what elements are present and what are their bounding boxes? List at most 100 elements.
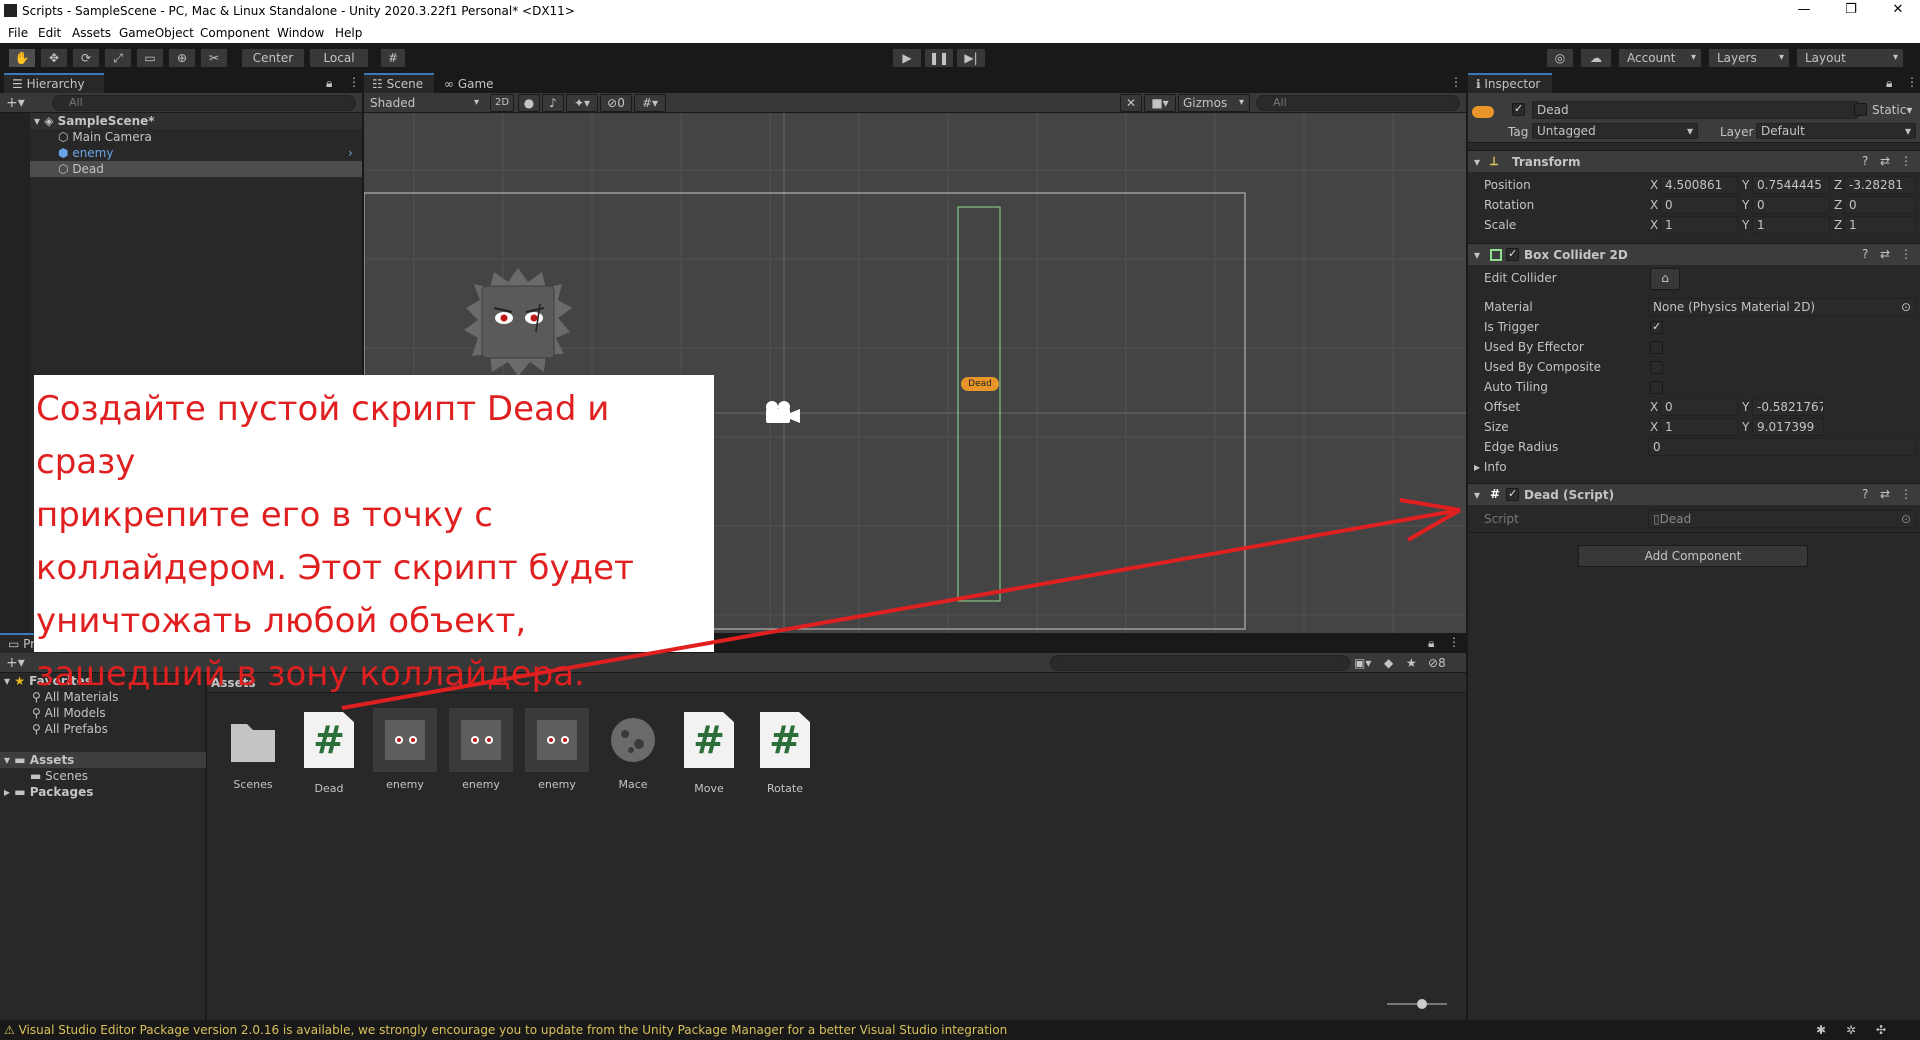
effects-icon[interactable]: ✦▾ [566,94,598,112]
info-foldout[interactable]: ▸ Info [1474,460,1507,474]
layer-dropdown[interactable]: Default ▾ [1756,123,1916,139]
rotate-tool-icon[interactable]: ⟳ [72,48,100,68]
object-name-field[interactable]: Dead [1532,101,1858,119]
active-checkbox[interactable] [1512,102,1525,116]
mode-2d-toggle[interactable]: 2D [490,94,514,112]
transform-header[interactable]: ▾ ⟂ Transform ? ⇄ ⋮ [1468,150,1920,172]
cloud-icon[interactable]: ☁ [1580,48,1612,68]
move-tool-icon[interactable]: ✥ [40,48,68,68]
used-by-composite-checkbox[interactable] [1650,361,1663,374]
gizmos-dropdown[interactable]: Gizmos [1178,94,1250,112]
scale-y-field[interactable]: 1 [1752,216,1830,234]
edge-radius-field[interactable]: 0 [1648,438,1916,456]
box-collider-enabled-checkbox[interactable] [1506,247,1519,261]
presets-icon[interactable]: ⇄ [1880,154,1890,168]
asset-item[interactable]: Mace [595,708,671,791]
asset-item[interactable]: Scenes [215,708,291,791]
more-icon[interactable]: ⋮ [1906,75,1918,89]
asset-item[interactable]: # Rotate [747,708,823,795]
minimize-icon[interactable]: — [1790,2,1818,17]
object-picker-icon[interactable]: ⊙ [1901,299,1911,315]
pivot-center-button[interactable]: Center [241,48,305,68]
rotation-x-field[interactable]: 0 [1660,196,1738,214]
auto-tiling-checkbox[interactable] [1650,381,1663,394]
more-icon[interactable]: ⋮ [1900,247,1912,261]
hand-tool-icon[interactable]: ✋ [8,48,36,68]
rotation-y-field[interactable]: 0 [1752,196,1830,214]
bake-icon[interactable]: ✲ [1846,1020,1856,1040]
dead-object-label[interactable]: Dead [961,377,999,391]
static-checkbox[interactable] [1854,103,1867,116]
edit-collider-button[interactable]: ⌂ [1650,268,1680,290]
asset-item[interactable]: enemy [443,708,519,791]
add-component-button[interactable]: Add Component [1578,545,1808,567]
auto-generate-lighting-icon[interactable]: ✣ [1876,1020,1886,1040]
play-button[interactable]: ▶ [892,48,922,68]
tools-icon[interactable]: ✕ [1120,94,1142,112]
hidden-packages-toggle[interactable]: ⊘8 [1428,656,1446,670]
menu-gameobject[interactable]: GameObject [119,26,194,40]
tab-game[interactable]: ∞ Game [436,73,502,93]
hierarchy-item-selected[interactable]: ⬡ Dead [30,161,362,177]
menu-window[interactable]: Window [277,26,324,40]
tab-hierarchy[interactable]: ☰ Hierarchy [4,73,104,93]
favorite-item[interactable]: ⚲ All Prefabs [32,721,108,737]
help-icon[interactable]: ? [1862,247,1868,261]
menu-file[interactable]: File [8,26,28,40]
menu-edit[interactable]: Edit [38,26,61,40]
tag-dropdown[interactable]: Untagged ▾ [1532,123,1698,139]
used-by-effector-checkbox[interactable] [1650,341,1663,354]
search-by-type-icon[interactable]: ▣▾ [1354,656,1371,670]
transform-tool-icon[interactable]: ⊕ [168,48,196,68]
scale-x-field[interactable]: 1 [1660,216,1738,234]
close-icon[interactable]: ✕ [1884,2,1912,17]
asset-item[interactable]: enemy [367,708,443,791]
chevron-right-icon[interactable]: › [348,145,353,161]
packages-node[interactable]: ▸ ▬ Packages [4,784,93,800]
shading-mode-dropdown[interactable]: Shaded [366,94,484,112]
asset-item[interactable]: enemy [519,708,595,791]
script-enabled-checkbox[interactable] [1506,487,1519,501]
static-dropdown[interactable]: Static▾ [1872,103,1912,117]
more-icon[interactable]: ⋮ [1900,154,1912,168]
presets-icon[interactable]: ⇄ [1880,247,1890,261]
asset-item[interactable]: # Dead [291,708,367,795]
lock-icon[interactable]: 🔒︎ [1886,76,1892,91]
account-dropdown[interactable]: Account [1618,48,1702,68]
size-y-field[interactable]: 9.017399 [1752,418,1824,436]
more-icon[interactable]: ⋮ [348,75,360,89]
search-by-label-icon[interactable]: ◆ [1384,656,1393,670]
help-icon[interactable]: ? [1862,487,1868,501]
hidden-objects-toggle[interactable]: ⊘0 [600,94,632,112]
offset-x-field[interactable]: 0 [1660,398,1738,416]
debug-icon[interactable]: ✱ [1816,1020,1826,1040]
offset-y-field[interactable]: -0.5821767 [1752,398,1824,416]
tab-inspector[interactable]: ℹ Inspector [1468,73,1552,93]
rect-tool-icon[interactable]: ▭ [136,48,164,68]
hierarchy-item[interactable]: ⬡ Main Camera [58,129,152,145]
menu-component[interactable]: Component [200,26,270,40]
position-z-field[interactable]: -3.28281 [1844,176,1916,194]
scenes-node[interactable]: ▬ Scenes [30,768,88,784]
audio-icon[interactable]: ♪ [542,94,564,112]
tab-scene[interactable]: ☷ Scene [364,73,434,93]
layers-dropdown[interactable]: Layers [1708,48,1790,68]
create-icon[interactable]: +▾ [6,655,25,671]
pause-button[interactable]: ❚❚ [924,48,954,68]
status-bar[interactable]: ⚠ Visual Studio Editor Package version 2… [0,1020,1920,1040]
assets-node[interactable]: ▾ ▬ Assets [0,752,206,768]
camera-gizmo-icon[interactable] [762,399,802,427]
presets-icon[interactable]: ⇄ [1880,487,1890,501]
enemy-sprite[interactable] [464,268,572,376]
material-field[interactable]: None (Physics Material 2D) ⊙ [1648,298,1916,316]
box-collider-header[interactable]: ▾ Box Collider 2D ? ⇄ ⋮ [1468,243,1920,265]
rotation-z-field[interactable]: 0 [1844,196,1916,214]
camera-icon[interactable]: ■▾ [1144,94,1176,112]
scale-tool-icon[interactable]: ⤢ [104,48,132,68]
lock-icon[interactable]: 🔒︎ [1428,636,1434,651]
more-icon[interactable]: ⋮ [1448,635,1460,649]
grid-snap-icon[interactable]: # [380,48,406,68]
asset-item[interactable]: # Move [671,708,747,795]
more-icon[interactable]: ⋮ [1900,487,1912,501]
favorite-item[interactable]: ⚲ All Models [32,705,106,721]
